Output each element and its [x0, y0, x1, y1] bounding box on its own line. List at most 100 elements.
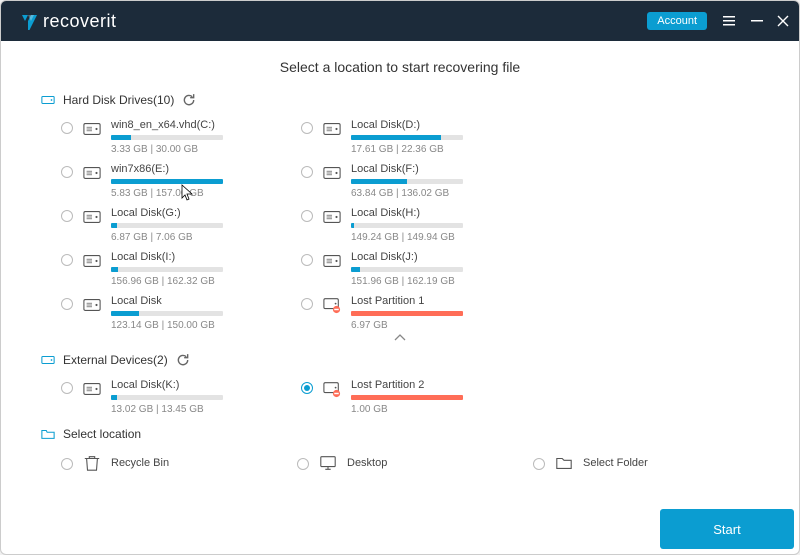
drive-radio[interactable]	[301, 254, 313, 266]
drive-radio[interactable]	[61, 122, 73, 134]
drive-name: Local Disk(F:)	[351, 163, 463, 175]
disk-icon	[83, 208, 101, 226]
section-loc-header: Select location	[41, 427, 769, 441]
drive-radio[interactable]	[61, 254, 73, 266]
drive-name: Local Disk(D:)	[351, 119, 463, 131]
drive-item[interactable]: Local Disk(F:) 63.84 GB | 136.02 GB	[301, 163, 541, 199]
location-item[interactable]: Recycle Bin	[61, 453, 297, 472]
disk-section-icon	[41, 353, 55, 367]
disk-icon	[323, 120, 341, 138]
drive-item[interactable]: win7x86(E:)5.83 GB | 157.00 GB	[61, 163, 301, 199]
drive-name: Local Disk(H:)	[351, 207, 463, 219]
lost-disk-icon	[323, 296, 341, 314]
usage-bar	[111, 223, 223, 228]
drive-item[interactable]: Local Disk123.14 GB | 150.00 GB	[61, 295, 301, 331]
drive-size: 5.83 GB | 157.00 GB	[111, 188, 223, 199]
drive-item[interactable]: Local Disk(K:) 13.02 GB | 13.45 GB	[61, 379, 301, 415]
disk-icon	[323, 164, 341, 182]
drive-item[interactable]: win8_en_x64.vhd(C:)3.33 GB | 30.00 GB	[61, 119, 301, 155]
drive-name: Local Disk(J:)	[351, 251, 463, 263]
refresh-icon[interactable]	[176, 353, 190, 367]
main-area: Select a location to start recovering fi…	[1, 41, 799, 554]
drive-radio[interactable]	[301, 382, 313, 394]
drive-item[interactable]: Local Disk(G:) 6.87 GB | 7.06 GB	[61, 207, 301, 243]
brand-logo-icon	[19, 12, 37, 30]
drive-name: Local Disk(I:)	[111, 251, 223, 263]
recycle-bin-icon	[83, 454, 101, 472]
location-radio[interactable]	[297, 458, 309, 470]
disk-icon	[83, 120, 101, 138]
drive-name: Lost Partition 2	[351, 379, 463, 391]
account-button[interactable]: Account	[647, 12, 707, 30]
section-hdd-header: Hard Disk Drives(10)	[41, 93, 769, 107]
disk-icon	[83, 380, 101, 398]
drive-size: 63.84 GB | 136.02 GB	[351, 188, 463, 199]
drive-size: 1.00 GB	[351, 404, 463, 415]
ext-grid: Local Disk(K:) 13.02 GB | 13.45 GB Lost Pa…	[31, 379, 769, 415]
disk-section-icon	[41, 93, 55, 107]
location-name: Desktop	[347, 457, 387, 469]
drive-radio[interactable]	[301, 210, 313, 222]
usage-bar	[351, 179, 463, 184]
start-button[interactable]: Start	[660, 509, 794, 549]
drive-size: 151.96 GB | 162.19 GB	[351, 276, 463, 287]
collapse-toggle[interactable]	[31, 331, 769, 351]
drive-item[interactable]: Local Disk(I:) 156.96 GB | 162.32 GB	[61, 251, 301, 287]
refresh-icon[interactable]	[182, 93, 196, 107]
folder-icon	[555, 454, 573, 472]
drive-name: Local Disk(G:)	[111, 207, 223, 219]
menu-icon[interactable]	[721, 13, 737, 29]
drive-radio[interactable]	[61, 210, 73, 222]
drive-item[interactable]: Local Disk(H:) 149.24 GB | 149.94 GB	[301, 207, 541, 243]
drive-radio[interactable]	[301, 298, 313, 310]
drive-name: Local Disk(K:)	[111, 379, 223, 391]
usage-bar	[351, 311, 463, 316]
disk-icon	[323, 208, 341, 226]
usage-bar	[111, 311, 223, 316]
usage-bar	[351, 223, 463, 228]
drive-size: 6.97 GB	[351, 320, 463, 331]
drive-item[interactable]: Lost Partition 2 1.00 GB	[301, 379, 541, 415]
drive-radio[interactable]	[61, 298, 73, 310]
app-window: recoverit Account Select a location to s…	[0, 0, 800, 555]
drive-radio[interactable]	[61, 166, 73, 178]
disk-icon	[83, 296, 101, 314]
desktop-icon	[319, 454, 337, 472]
usage-bar	[111, 135, 223, 140]
usage-bar	[351, 395, 463, 400]
drive-size: 156.96 GB | 162.32 GB	[111, 276, 223, 287]
drive-name: win8_en_x64.vhd(C:)	[111, 119, 223, 131]
drive-size: 149.24 GB | 149.94 GB	[351, 232, 463, 243]
minimize-icon[interactable]	[751, 15, 763, 27]
titlebar: recoverit Account	[1, 1, 799, 41]
location-item[interactable]: Desktop	[297, 453, 533, 472]
drive-item[interactable]: Lost Partition 1 6.97 GB	[301, 295, 541, 331]
usage-bar	[351, 267, 463, 272]
lost-disk-icon	[323, 380, 341, 398]
drive-size: 13.02 GB | 13.45 GB	[111, 404, 223, 415]
drive-name: Local Disk	[111, 295, 223, 307]
location-name: Select Folder	[583, 457, 648, 469]
location-radio[interactable]	[61, 458, 73, 470]
location-radio[interactable]	[533, 458, 545, 470]
drive-radio[interactable]	[301, 166, 313, 178]
location-item[interactable]: Select Folder	[533, 453, 769, 472]
folder-section-icon	[41, 427, 55, 441]
drive-name: Lost Partition 1	[351, 295, 463, 307]
usage-bar	[351, 135, 463, 140]
disk-icon	[323, 252, 341, 270]
drive-size: 6.87 GB | 7.06 GB	[111, 232, 223, 243]
usage-bar	[111, 179, 223, 184]
section-loc-label: Select location	[63, 427, 141, 441]
section-ext-header: External Devices(2)	[41, 353, 769, 367]
drive-radio[interactable]	[61, 382, 73, 394]
disk-icon	[83, 252, 101, 270]
drive-item[interactable]: Local Disk(D:)17.61 GB | 22.36 GB	[301, 119, 541, 155]
page-title: Select a location to start recovering fi…	[31, 59, 769, 75]
usage-bar	[111, 267, 223, 272]
location-row: Recycle Bin Desktop Select Folder	[31, 453, 769, 472]
drive-radio[interactable]	[301, 122, 313, 134]
close-icon[interactable]	[777, 15, 789, 27]
footer: Start	[660, 509, 794, 549]
drive-item[interactable]: Local Disk(J:) 151.96 GB | 162.19 GB	[301, 251, 541, 287]
